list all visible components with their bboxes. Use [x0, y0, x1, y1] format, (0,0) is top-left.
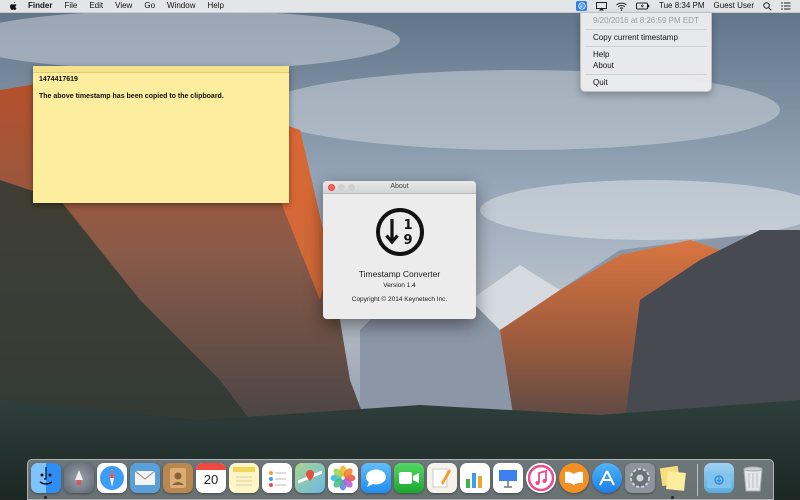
calendar-day: 20: [203, 472, 219, 487]
menu-window[interactable]: Window: [167, 0, 195, 12]
logo-digit-top: 1: [403, 218, 412, 233]
search-icon[interactable]: [763, 1, 772, 11]
clock[interactable]: Tue 8:34 PM: [659, 0, 705, 12]
calendar-icon[interactable]: 20: [196, 463, 226, 493]
close-button[interactable]: [328, 184, 335, 191]
mail-icon[interactable]: [130, 463, 160, 493]
safari-icon[interactable]: [97, 463, 127, 493]
app-name: Timestamp Converter: [358, 269, 441, 279]
current-time-display: 9/20/2016 at 8:26:59 PM EDT: [593, 16, 699, 25]
zoom-button: [348, 184, 355, 191]
sticky-title-bar[interactable]: [33, 66, 289, 73]
facetime-icon[interactable]: [394, 463, 424, 493]
timestamp-status-icon[interactable]: [576, 1, 588, 11]
menu-separator: [585, 29, 707, 30]
itunes-icon[interactable]: [526, 463, 556, 493]
app-version: Version 1.4: [383, 282, 416, 289]
notes-icon[interactable]: [229, 463, 259, 493]
menu-edit[interactable]: Edit: [89, 0, 103, 12]
messages-icon[interactable]: [361, 463, 391, 493]
menu-file[interactable]: File: [64, 0, 77, 12]
wifi-icon[interactable]: [616, 2, 627, 11]
menu-help[interactable]: Help: [207, 0, 223, 12]
airplay-icon[interactable]: [596, 1, 608, 11]
user-menu[interactable]: Guest User: [714, 0, 754, 12]
menu-finder[interactable]: Finder: [28, 0, 52, 12]
ibooks-icon[interactable]: [559, 463, 589, 493]
system-preferences-icon[interactable]: [625, 463, 655, 493]
menu-view[interactable]: View: [115, 0, 132, 12]
photos-icon[interactable]: [328, 463, 358, 493]
battery-icon[interactable]: [636, 2, 650, 10]
menu-separator: [585, 74, 707, 75]
running-indicator: [671, 496, 674, 499]
timestamp-dropdown-menu: 9/20/2016 at 8:26:59 PM EDT Copy current…: [580, 12, 712, 92]
contacts-icon[interactable]: [163, 463, 193, 493]
stickies-icon[interactable]: [658, 463, 688, 493]
numbers-icon[interactable]: [460, 463, 490, 493]
about-item[interactable]: About: [593, 61, 614, 70]
about-title-bar[interactable]: About: [323, 181, 476, 194]
sticky-timestamp: 1474417619: [39, 76, 78, 83]
finder-icon[interactable]: [31, 463, 61, 493]
minimize-button: [338, 184, 345, 191]
notification-center-icon[interactable]: [781, 2, 791, 10]
menu-separator: [585, 46, 707, 47]
keynote-icon[interactable]: [493, 463, 523, 493]
app-logo-icon: 1 9: [376, 208, 424, 256]
downloads-folder-icon[interactable]: [704, 463, 734, 493]
logo-digit-bottom: 9: [403, 233, 412, 248]
app-copyright: Copyright © 2014 Keynetech Inc.: [351, 296, 448, 303]
maps-icon[interactable]: [295, 463, 325, 493]
copy-timestamp-item[interactable]: Copy current timestamp: [593, 33, 678, 42]
launchpad-icon[interactable]: [64, 463, 94, 493]
about-window: About 1 9 Timestamp Converter Version 1.…: [323, 181, 476, 319]
dock-separator: [697, 464, 698, 496]
quit-item[interactable]: Quit: [593, 78, 608, 87]
running-indicator: [44, 496, 47, 499]
app-store-icon[interactable]: [592, 463, 622, 493]
help-item[interactable]: Help: [593, 50, 609, 59]
about-window-title: About: [390, 183, 409, 190]
sticky-message: The above timestamp has been copied to t…: [39, 93, 224, 100]
menu-go[interactable]: Go: [144, 0, 155, 12]
trash-icon[interactable]: [738, 463, 768, 493]
apple-icon[interactable]: [9, 1, 19, 11]
pages-icon[interactable]: [427, 463, 457, 493]
reminders-icon[interactable]: [262, 463, 292, 493]
sticky-note[interactable]: 1474417619 The above timestamp has been …: [33, 66, 289, 203]
